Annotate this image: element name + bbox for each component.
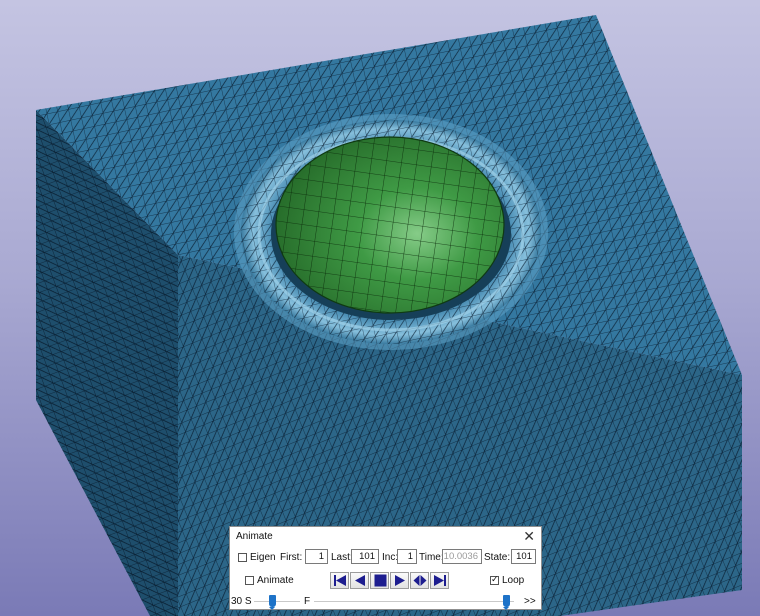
close-icon[interactable]: ✕ [523, 528, 535, 544]
play-icon [395, 575, 405, 586]
step-back-button[interactable] [350, 572, 369, 589]
frame-slider[interactable] [314, 593, 514, 610]
dialog-titlebar[interactable]: Animate ✕ [230, 527, 541, 547]
speed-slider[interactable] [254, 593, 300, 610]
first-label: First: [280, 552, 303, 563]
jump-to-last-button[interactable] [430, 572, 449, 589]
frame-range-row: Eigen First: 1 Last: 101 Inc: 1 Time: 10… [230, 549, 541, 567]
skip-last-icon [434, 575, 446, 586]
first-frame-input[interactable]: 1 [305, 549, 328, 564]
frame-slider-track [314, 601, 514, 602]
stop-button[interactable] [370, 572, 389, 589]
speed-fast-label: F [304, 596, 311, 607]
eigen-checkbox[interactable] [238, 553, 247, 562]
dialog-title: Animate [236, 531, 273, 542]
more-button[interactable]: >> [524, 596, 536, 607]
sphere-impactor [275, 136, 505, 314]
animate-dialog: Animate ✕ Eigen First: 1 Last: 101 Inc: … [229, 526, 542, 610]
animate-label: Animate [257, 575, 294, 586]
model-viewport[interactable] [0, 0, 760, 616]
reverse-play-button[interactable] [410, 572, 429, 589]
skip-first-icon [334, 575, 346, 586]
time-label: Time: [419, 552, 444, 563]
speed-slider-track [254, 601, 300, 602]
speed-row: 30 S F >> [230, 593, 541, 610]
stop-icon [374, 574, 387, 587]
frame-slider-thumb[interactable] [503, 595, 510, 610]
increment-input[interactable]: 1 [397, 549, 417, 564]
last-label: Last: [331, 552, 353, 563]
loop-checkbox[interactable] [490, 574, 499, 585]
jump-to-first-button[interactable] [330, 572, 349, 589]
step-back-icon [355, 575, 365, 586]
inc-label: Inc: [382, 552, 399, 563]
speed-slider-thumb[interactable] [269, 595, 276, 610]
state-label: State: [484, 552, 511, 563]
state-input[interactable]: 101 [511, 549, 536, 564]
last-frame-input[interactable]: 101 [351, 549, 379, 564]
eigen-label: Eigen [250, 552, 276, 563]
time-readout: 10.0036 [442, 549, 482, 564]
play-button[interactable] [390, 572, 409, 589]
bidirectional-play-icon [413, 575, 427, 586]
playback-row: Animate ✓ Loop [230, 572, 541, 590]
loop-label: Loop [502, 575, 525, 586]
animate-checkbox[interactable] [245, 576, 254, 585]
speed-slow-label: 30 S [231, 596, 252, 607]
